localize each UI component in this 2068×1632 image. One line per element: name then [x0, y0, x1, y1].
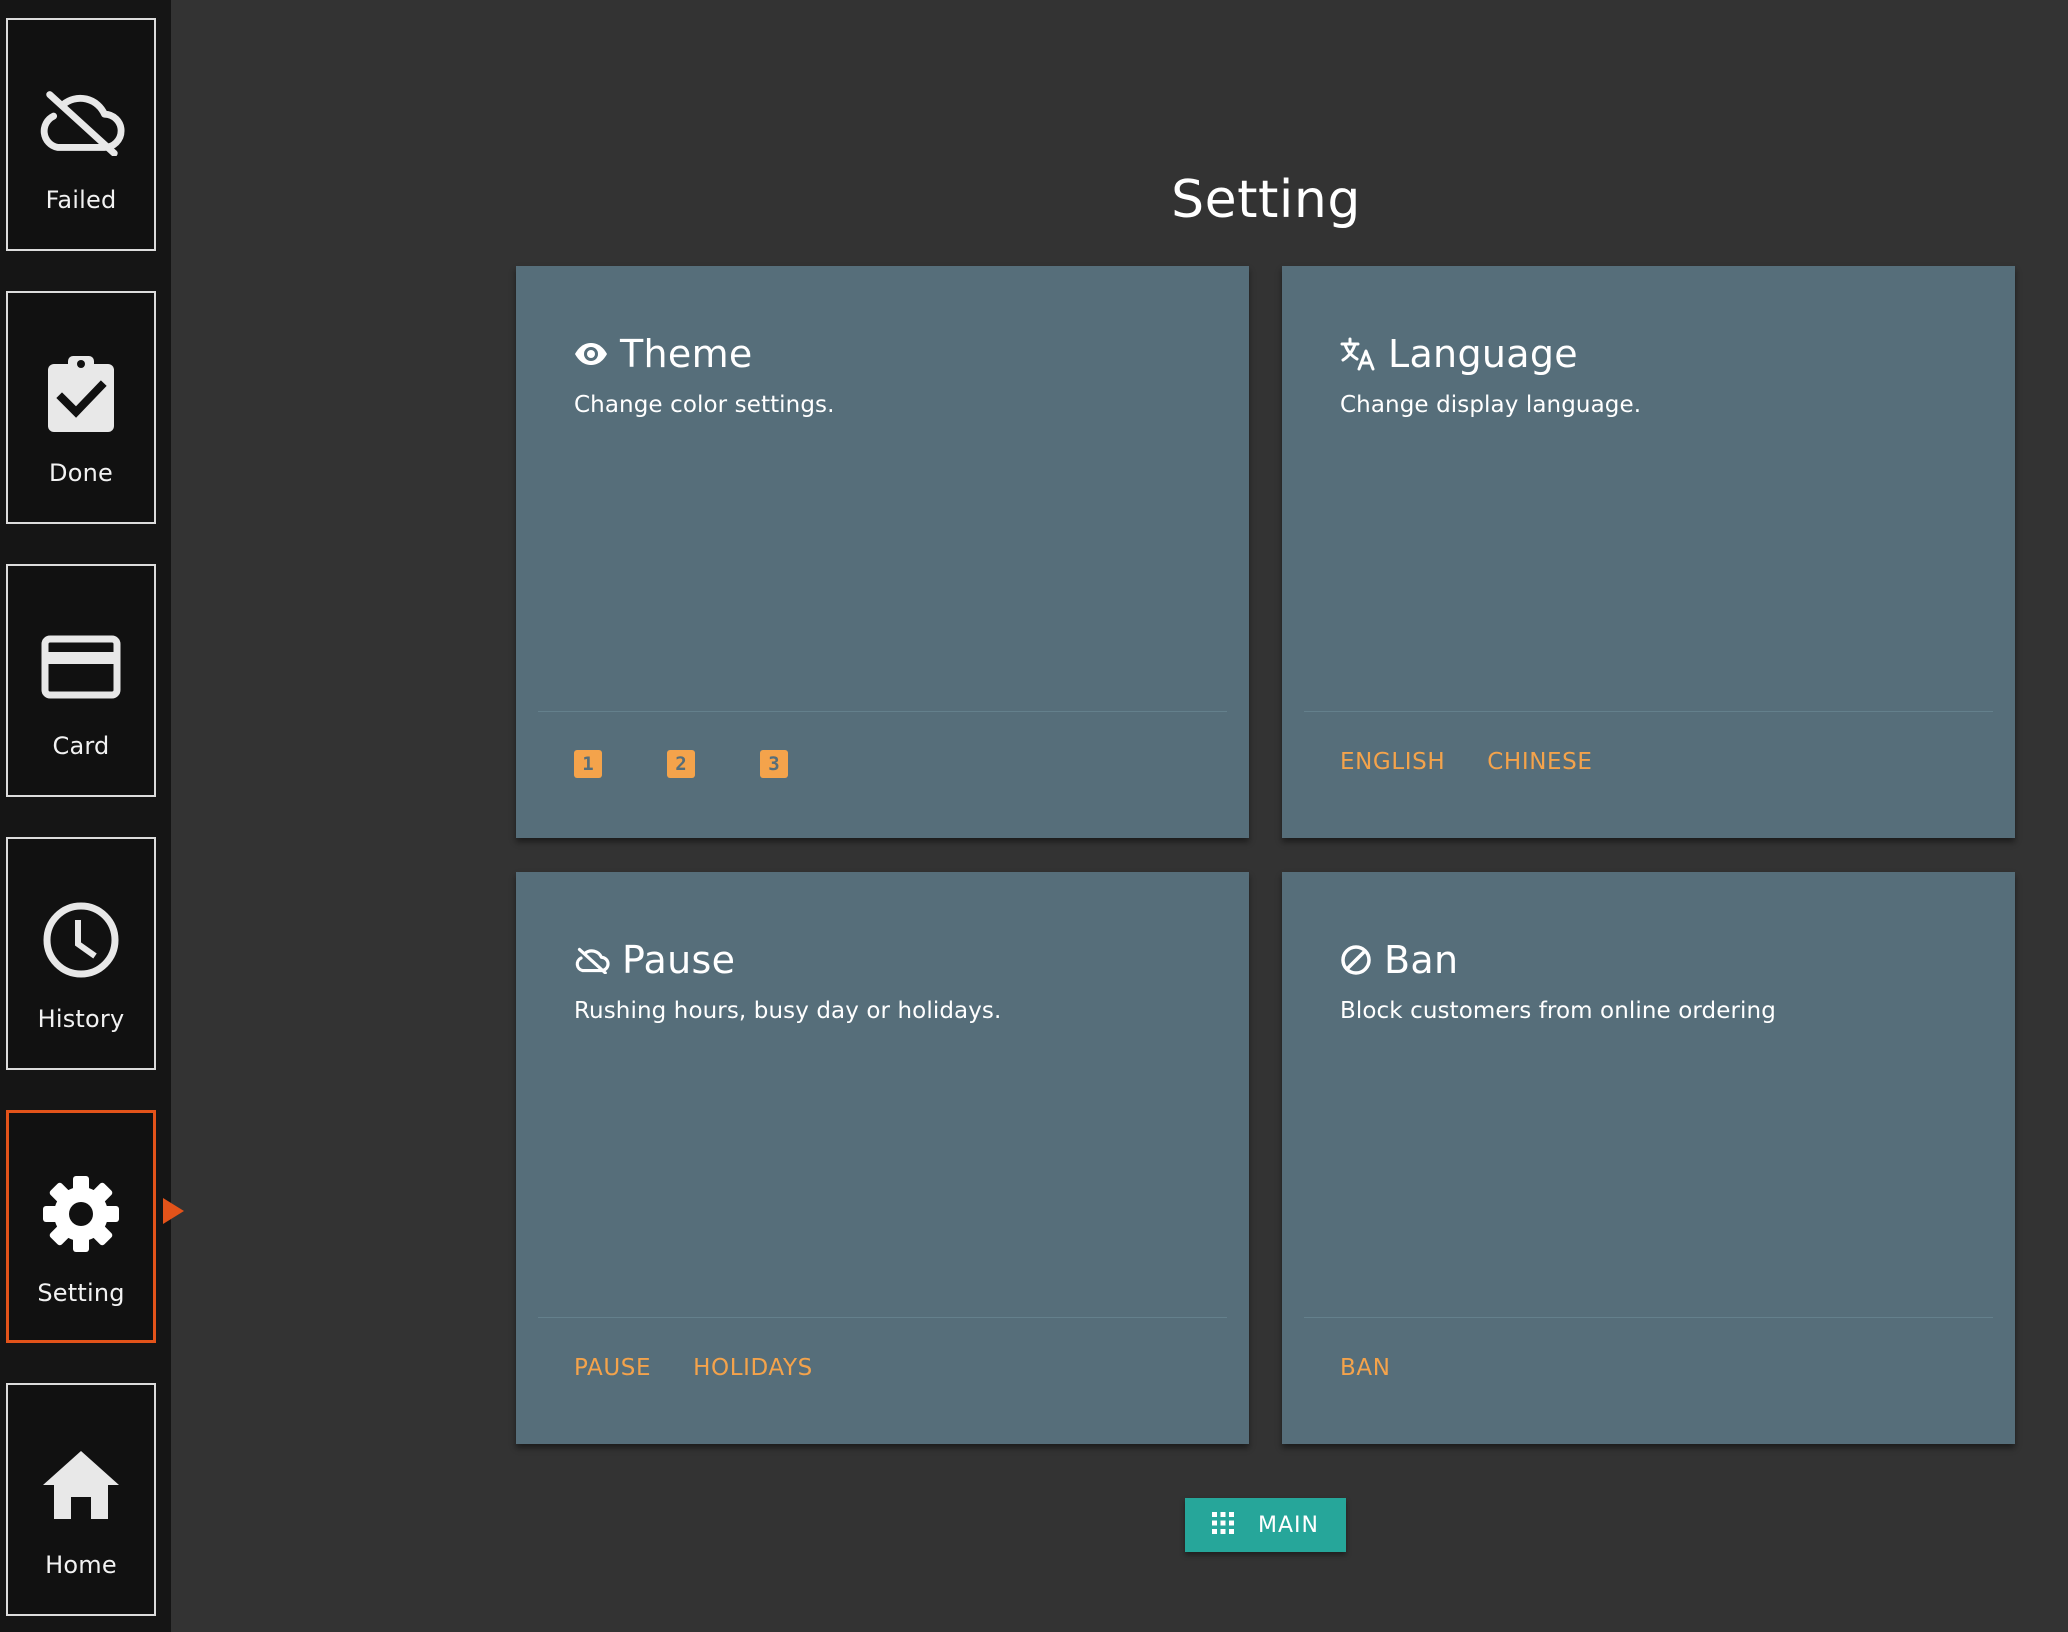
- chinese-button[interactable]: CHINESE: [1487, 749, 1592, 775]
- sidebar-item-label: Home: [45, 1551, 117, 1579]
- clipboard-check-icon: [36, 349, 126, 439]
- divider: [1304, 1317, 1993, 1318]
- card-title: Theme: [574, 332, 753, 376]
- credit-card-icon: [36, 622, 126, 712]
- theme-card: Theme Change color settings. 1 2 3: [516, 266, 1249, 838]
- theme-option-3-button[interactable]: 3: [760, 750, 788, 778]
- main-button[interactable]: MAIN: [1185, 1498, 1346, 1552]
- card-title: Ban: [1340, 938, 1458, 982]
- pause-card: Pause Rushing hours, busy day or holiday…: [516, 872, 1249, 1444]
- gear-icon: [36, 1169, 126, 1259]
- apps-grid-icon: [1212, 1512, 1234, 1538]
- sidebar-item-history[interactable]: History: [6, 837, 156, 1070]
- language-title: Language: [1388, 332, 1578, 376]
- ban-button[interactable]: BAN: [1340, 1355, 1391, 1381]
- sidebar-item-label: Failed: [45, 186, 117, 214]
- sidebar-item-done[interactable]: Done: [6, 291, 156, 524]
- pause-title: Pause: [622, 938, 736, 982]
- divider: [1304, 711, 1993, 712]
- language-description: Change display language.: [1340, 392, 1642, 418]
- pause-button[interactable]: PAUSE: [574, 1355, 651, 1381]
- sidebar: Failed Done Card History Setting Home: [0, 0, 171, 1632]
- cloud-off-icon: [36, 76, 126, 166]
- theme-options: 1 2 3: [574, 750, 788, 778]
- translate-icon: [1340, 337, 1376, 371]
- language-card: Language Change display language. ENGLIS…: [1282, 266, 2015, 838]
- active-indicator-arrow: [163, 1198, 184, 1224]
- sidebar-item-failed[interactable]: Failed: [6, 18, 156, 251]
- sidebar-item-label: Done: [49, 459, 113, 487]
- pause-actions: PAUSE HOLIDAYS: [574, 1355, 813, 1381]
- ban-actions: BAN: [1340, 1355, 1391, 1381]
- main-button-label: MAIN: [1258, 1512, 1319, 1538]
- english-button[interactable]: ENGLISH: [1340, 749, 1445, 775]
- sidebar-item-home[interactable]: Home: [6, 1383, 156, 1616]
- sidebar-item-label: Card: [52, 732, 110, 760]
- card-title: Pause: [574, 938, 735, 982]
- sidebar-item-card[interactable]: Card: [6, 564, 156, 797]
- sidebar-item-label: Setting: [37, 1279, 125, 1307]
- theme-description: Change color settings.: [574, 392, 835, 418]
- cloud-off-icon: [574, 946, 610, 974]
- page-title: Setting: [1171, 170, 1361, 230]
- theme-title: Theme: [620, 332, 753, 376]
- divider: [538, 711, 1227, 712]
- language-actions: ENGLISH CHINESE: [1340, 749, 1592, 775]
- card-title: Language: [1340, 332, 1578, 376]
- clock-icon: [36, 895, 126, 985]
- sidebar-item-setting[interactable]: Setting: [6, 1110, 156, 1343]
- ban-description: Block customers from online ordering: [1340, 998, 1776, 1024]
- divider: [538, 1317, 1227, 1318]
- home-icon: [36, 1441, 126, 1531]
- pause-description: Rushing hours, busy day or holidays.: [574, 998, 1002, 1024]
- sidebar-item-label: History: [37, 1005, 125, 1033]
- theme-option-1-button[interactable]: 1: [574, 750, 602, 778]
- theme-option-2-button[interactable]: 2: [667, 750, 695, 778]
- ban-title: Ban: [1384, 938, 1459, 982]
- eye-icon: [574, 342, 608, 366]
- ban-card: Ban Block customers from online ordering…: [1282, 872, 2015, 1444]
- holidays-button[interactable]: HOLIDAYS: [693, 1355, 813, 1381]
- block-icon: [1340, 944, 1372, 976]
